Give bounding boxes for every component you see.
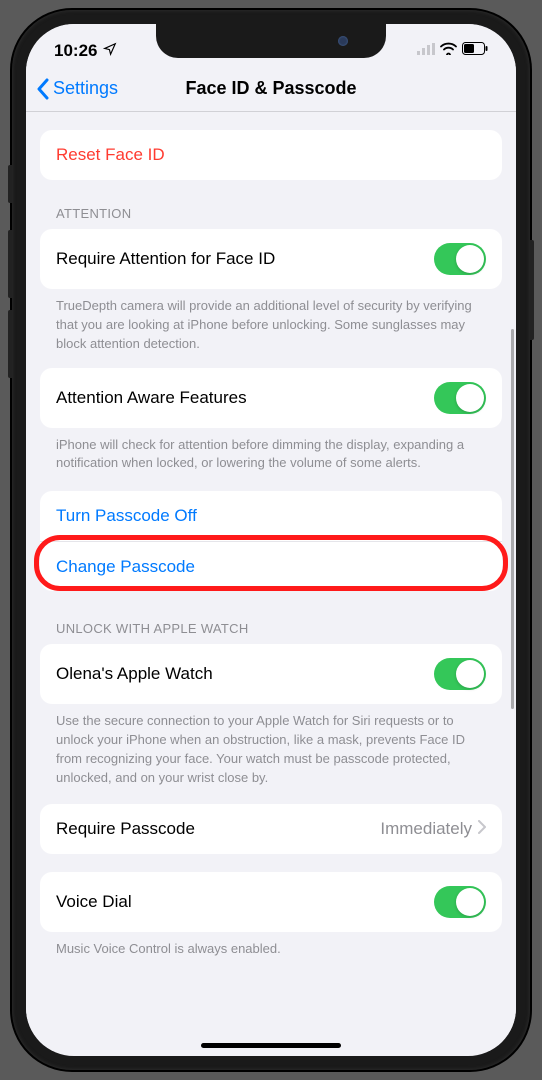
volume-down-button [8,310,12,378]
phone-frame: 10:26 Settings [12,10,530,1070]
cell-signal-icon [417,42,435,60]
require-attention-toggle[interactable] [434,243,486,275]
volume-up-button [8,230,12,298]
nav-bar: Settings Face ID & Passcode [26,68,516,112]
require-attention-row: Require Attention for Face ID [40,229,502,289]
chevron-right-icon [478,819,486,839]
watch-header: UNLOCK WITH APPLE WATCH [40,613,502,644]
notch [156,24,386,58]
require-attention-label: Require Attention for Face ID [56,249,275,269]
scroll-indicator [511,329,514,709]
reset-face-id-button[interactable]: Reset Face ID [40,130,502,180]
change-passcode-label: Change Passcode [56,557,195,577]
attention-aware-toggle[interactable] [434,382,486,414]
voice-dial-toggle[interactable] [434,886,486,918]
voice-dial-row: Voice Dial [40,872,502,932]
home-indicator[interactable] [201,1043,341,1048]
back-label: Settings [53,78,118,99]
battery-icon [462,42,488,60]
content-scroll[interactable]: Reset Face ID ATTENTION Require Attentio… [26,112,516,1051]
require-attention-footer: TrueDepth camera will provide an additio… [40,289,502,358]
front-camera [338,36,348,46]
watch-footer: Use the secure connection to your Apple … [40,704,502,791]
attention-aware-row: Attention Aware Features [40,368,502,428]
change-passcode-button[interactable]: Change Passcode [40,541,502,591]
attention-header: ATTENTION [40,198,502,229]
wifi-icon [440,42,457,60]
require-passcode-value: Immediately [380,819,472,839]
status-time: 10:26 [54,41,97,61]
screen: 10:26 Settings [26,24,516,1056]
location-arrow-icon [103,41,117,61]
apple-watch-row: Olena's Apple Watch [40,644,502,704]
turn-passcode-off-label: Turn Passcode Off [56,506,197,526]
voice-dial-label: Voice Dial [56,892,132,912]
attention-aware-label: Attention Aware Features [56,388,247,408]
apple-watch-label: Olena's Apple Watch [56,664,213,684]
voice-dial-footer: Music Voice Control is always enabled. [40,932,502,963]
side-button [530,240,534,340]
back-button[interactable]: Settings [36,78,118,100]
reset-face-id-label: Reset Face ID [56,145,165,165]
mute-switch [8,165,12,203]
require-passcode-row[interactable]: Require Passcode Immediately [40,804,502,854]
turn-passcode-off-button[interactable]: Turn Passcode Off [40,491,502,541]
require-passcode-label: Require Passcode [56,819,195,839]
apple-watch-toggle[interactable] [434,658,486,690]
attention-aware-footer: iPhone will check for attention before d… [40,428,502,478]
chevron-left-icon [36,78,50,100]
